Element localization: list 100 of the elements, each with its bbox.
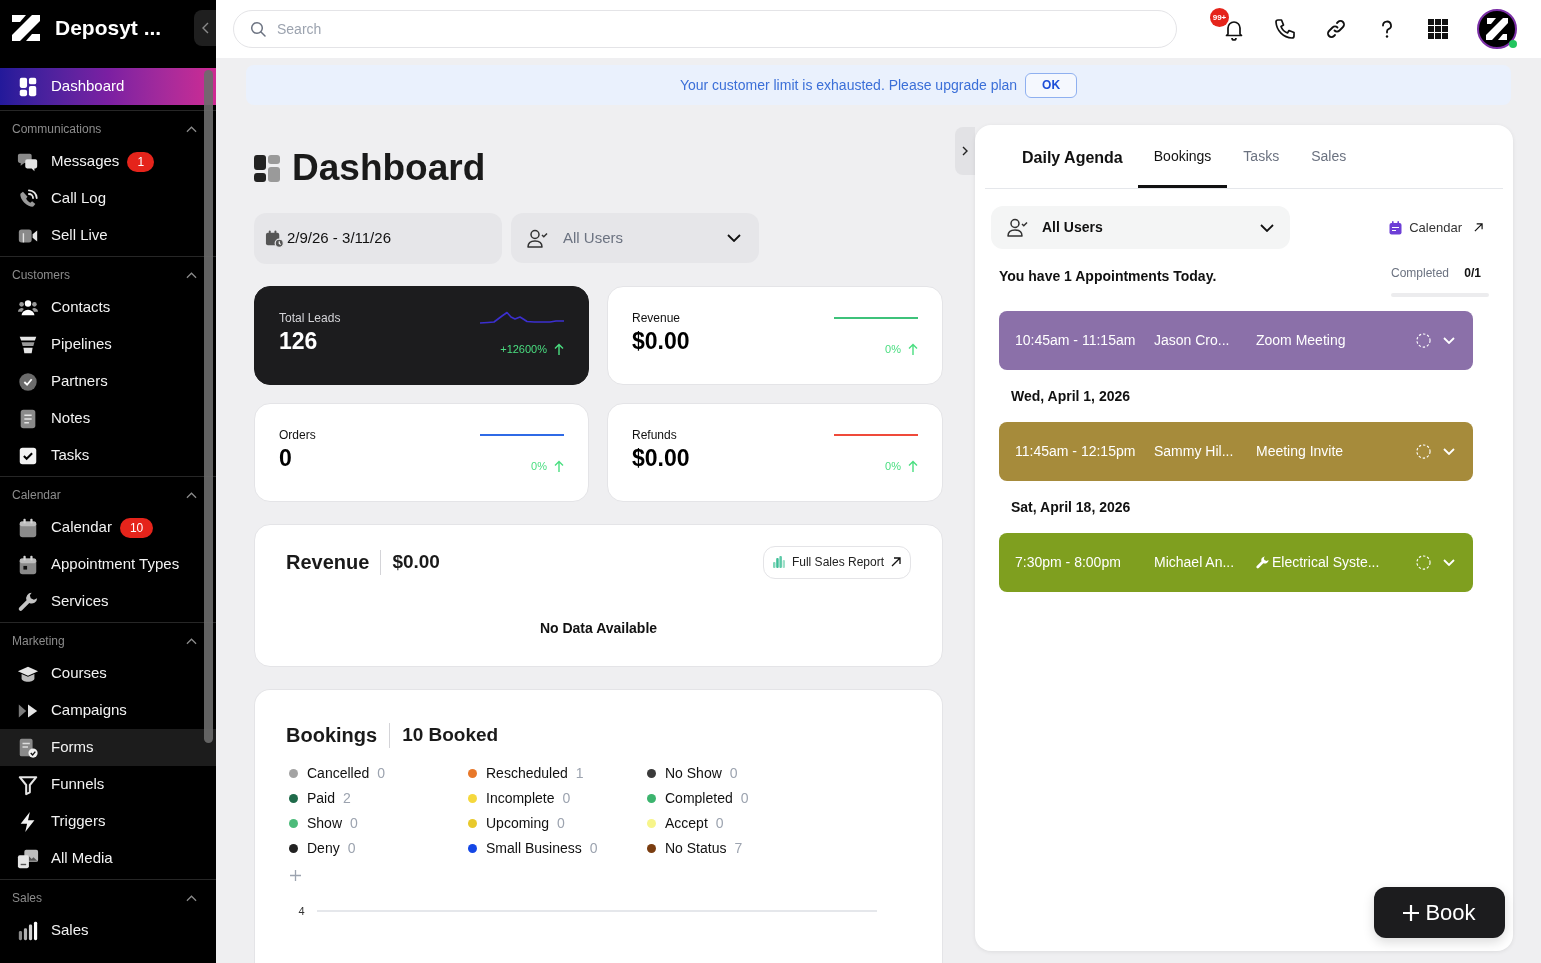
arrow-up-icon bbox=[554, 343, 564, 356]
dashed-circle-icon[interactable] bbox=[1416, 333, 1431, 348]
arrow-up-icon bbox=[908, 460, 918, 473]
full-sales-report-button[interactable]: Full Sales Report bbox=[762, 545, 911, 579]
user-select[interactable]: All Users bbox=[511, 213, 759, 263]
client-name: Jason Cro... bbox=[1154, 331, 1231, 350]
change-percent: 0% bbox=[531, 459, 547, 474]
status-count: 1 bbox=[575, 764, 584, 783]
metric-label: Revenue bbox=[632, 310, 682, 326]
status-count: 0 bbox=[347, 839, 356, 858]
status-count: 0 bbox=[377, 764, 386, 783]
section-header[interactable]: Customers bbox=[0, 257, 216, 289]
sidebar-item[interactable]: Courses bbox=[0, 655, 216, 692]
status-label: Deny bbox=[307, 839, 340, 858]
sidebar-item[interactable]: Messages 1 bbox=[0, 143, 216, 180]
section-header[interactable]: Sales bbox=[0, 880, 216, 912]
online-status-icon bbox=[1509, 40, 1517, 48]
client-name: Michael An... bbox=[1154, 553, 1236, 572]
collapse-sidebar-button[interactable] bbox=[194, 10, 216, 46]
status-count: 0 bbox=[589, 839, 598, 858]
chevron-down-icon[interactable] bbox=[1443, 448, 1455, 455]
sidebar-item[interactable]: Dashboard bbox=[0, 68, 216, 105]
book-button[interactable]: Book bbox=[1374, 887, 1505, 938]
status-label: Completed bbox=[665, 789, 733, 808]
sidebar-item[interactable]: Contacts bbox=[0, 289, 216, 326]
completed-count: 0/1 bbox=[1464, 265, 1481, 282]
avatar-icon[interactable] bbox=[1477, 9, 1517, 49]
metric-card[interactable]: Orders 0 0% bbox=[254, 403, 589, 502]
sidebar-item[interactable]: Notes bbox=[0, 400, 216, 437]
sidebar-item[interactable]: Calendar 10 bbox=[0, 509, 216, 546]
tab[interactable]: Sales bbox=[1295, 125, 1363, 188]
scrollbar[interactable] bbox=[204, 70, 213, 743]
person-check-icon bbox=[1007, 218, 1028, 237]
chevron-up-icon bbox=[186, 491, 197, 499]
page-title: Dashboard bbox=[292, 146, 486, 191]
sidebar-item[interactable]: Campaigns bbox=[0, 692, 216, 729]
metric-card[interactable]: Revenue $0.00 0% bbox=[607, 286, 943, 385]
apps-grid-icon[interactable] bbox=[1426, 17, 1450, 41]
appointment-title: Electrical Syste... bbox=[1272, 553, 1380, 572]
sidebar-item[interactable]: Services bbox=[0, 583, 216, 620]
sidebar-item[interactable]: Forms bbox=[0, 729, 216, 766]
status-count: 0 bbox=[350, 814, 358, 833]
appointment-time: 11:45am - 12:15pm bbox=[1015, 442, 1137, 461]
sidebar-item[interactable]: Appointment Types bbox=[0, 546, 216, 583]
chevron-down-icon[interactable] bbox=[1443, 559, 1455, 566]
sidebar-item[interactable]: Funnels bbox=[0, 766, 216, 803]
metric-value: 126 bbox=[279, 327, 319, 356]
chevron-down-icon[interactable] bbox=[1443, 337, 1455, 344]
sidebar-item[interactable]: Partners bbox=[0, 363, 216, 400]
chevron-up-icon bbox=[186, 271, 197, 279]
sidebar-item[interactable]: Sales bbox=[0, 912, 216, 949]
bar-chart-icon bbox=[17, 919, 39, 942]
sidebar-item[interactable]: Sell Live bbox=[0, 217, 216, 254]
phone-icon[interactable] bbox=[1273, 17, 1297, 41]
count-badge: 1 bbox=[127, 151, 155, 172]
status-count: 0 bbox=[562, 789, 571, 808]
status-label: Rescheduled bbox=[486, 764, 568, 783]
ok-button[interactable]: OK bbox=[1025, 72, 1078, 98]
phone-signal-icon bbox=[17, 187, 39, 210]
calendar-link[interactable]: Calendar bbox=[1389, 217, 1483, 238]
metric-card[interactable]: Refunds $0.00 0% bbox=[607, 403, 943, 502]
chevron-up-icon bbox=[186, 894, 197, 902]
sidebar-item[interactable]: Pipelines bbox=[0, 326, 216, 363]
dashed-circle-icon[interactable] bbox=[1416, 555, 1431, 570]
chevron-down-icon bbox=[727, 234, 741, 242]
plus-icon bbox=[1403, 904, 1420, 921]
client-name: Sammy Hil... bbox=[1154, 442, 1235, 461]
date-range-picker[interactable]: 2/9/26 - 3/11/26 bbox=[254, 213, 502, 264]
appointment-time: 10:45am - 11:15am bbox=[1015, 331, 1137, 350]
sidebar-item[interactable]: Call Log bbox=[0, 180, 216, 217]
grid-icon bbox=[17, 75, 39, 98]
banner-message: Your customer limit is exhausted. Please upgrade plan bbox=[679, 75, 1018, 95]
sidebar-item[interactable]: Tasks bbox=[0, 437, 216, 474]
search-icon bbox=[250, 21, 266, 37]
sidebar-item[interactable]: Triggers bbox=[0, 803, 216, 840]
chevron-up-icon bbox=[186, 637, 197, 645]
expand-panel-button[interactable] bbox=[955, 127, 975, 175]
section-header[interactable]: Calendar bbox=[0, 477, 216, 509]
status-label: Show bbox=[307, 814, 343, 833]
tab[interactable]: Tasks bbox=[1227, 125, 1296, 188]
plus-icon[interactable] bbox=[290, 870, 301, 881]
arrow-up-right-icon bbox=[891, 557, 901, 567]
chevron-left-icon bbox=[201, 22, 209, 34]
status-label: Accept bbox=[665, 814, 708, 833]
status-label: No Status bbox=[665, 839, 727, 858]
status-label: Small Business bbox=[486, 839, 582, 858]
link-icon[interactable] bbox=[1324, 17, 1348, 41]
metric-card[interactable]: Total Leads 126 +12600% bbox=[254, 286, 589, 385]
change-percent: 0% bbox=[885, 459, 901, 474]
sidebar-item[interactable]: All Media bbox=[0, 840, 216, 877]
search-field[interactable]: Search bbox=[233, 10, 1177, 48]
section-header[interactable]: Marketing bbox=[0, 623, 216, 655]
section-header[interactable]: Communications bbox=[0, 111, 216, 143]
funnel-icon bbox=[17, 773, 39, 796]
dashboard-grid-icon bbox=[254, 154, 280, 182]
status-label: Incomplete bbox=[486, 789, 555, 808]
appointment-card[interactable]: 10:45am - 11:15am Jason Cro... Zoom Meeting bbox=[999, 311, 1473, 370]
section-title: Bookings bbox=[286, 723, 378, 748]
user-select[interactable]: All Users bbox=[991, 206, 1290, 249]
dashed-circle-icon[interactable] bbox=[1416, 444, 1431, 459]
